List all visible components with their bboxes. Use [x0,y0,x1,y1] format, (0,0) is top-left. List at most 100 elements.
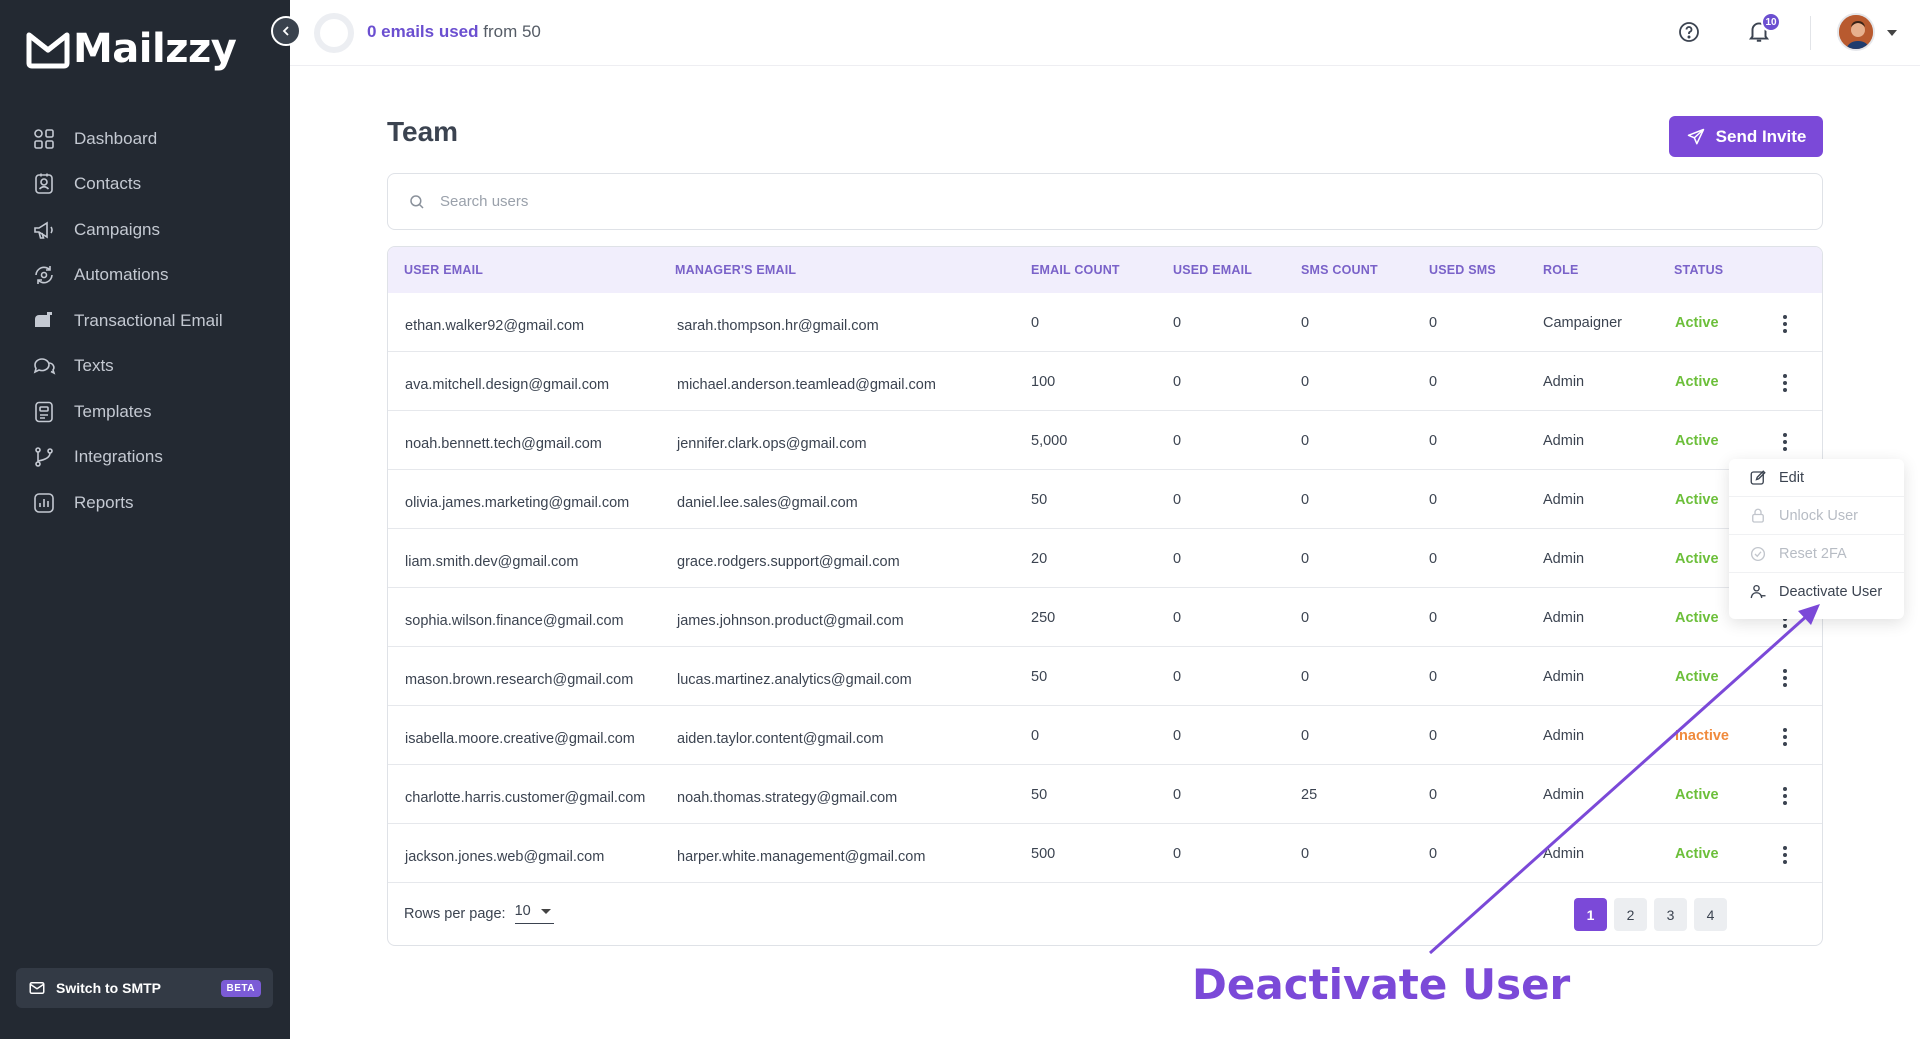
table-row: ethan.walker92@gmail.com sarah.thompson.… [388,293,1822,352]
search-bar [387,173,1823,230]
role: Admin [1543,492,1585,508]
role: Admin [1543,551,1585,567]
status-badge: Active [1675,374,1719,390]
email-usage-text: 0 emails used from 50 [367,22,541,42]
used-sms: 0 [1429,669,1438,685]
col-email-count[interactable]: EMAIL COUNT [1031,247,1120,293]
page-button-4[interactable]: 4 [1694,898,1727,931]
row-actions-button[interactable] [1775,844,1795,866]
help-button[interactable] [1677,20,1701,49]
logo-text: Mailzzy [73,26,237,72]
sidebar-item-campaigns[interactable]: Campaigns [0,207,290,253]
rows-per-page-value: 10 [514,903,531,919]
used-email: 0 [1173,374,1182,390]
page-button-1[interactable]: 1 [1574,898,1607,931]
collapse-sidebar-button[interactable] [271,16,301,46]
table-row: jackson.jones.web@gmail.com harper.white… [388,824,1822,883]
search-input[interactable] [440,193,1740,210]
col-status[interactable]: STATUS [1674,247,1723,293]
sidebar-item-label: Campaigns [74,219,160,239]
usage-progress-ring [314,13,354,53]
table-row: mason.brown.research@gmail.com lucas.mar… [388,647,1822,706]
logo[interactable]: Mailzzy [25,26,237,72]
col-manager-email[interactable]: MANAGER'S EMAIL [675,247,796,293]
sms-count: 0 [1301,374,1310,390]
sidebar-item-label: Templates [74,401,152,421]
usage-count: 0 emails used [367,22,479,41]
menu-item-reset-2fa[interactable]: Reset 2FA [1729,535,1904,573]
sidebar-item-transactional-email[interactable]: Transactional Email [0,298,290,344]
table-row: ava.mitchell.design@gmail.com michael.an… [388,352,1822,411]
used-sms: 0 [1429,433,1438,449]
table-row: charlotte.harris.customer@gmail.com noah… [388,765,1822,824]
col-sms-count[interactable]: SMS COUNT [1301,247,1378,293]
sidebar-item-automations[interactable]: Automations [0,253,290,299]
row-actions-button[interactable] [1775,372,1795,394]
row-actions-menu: Edit Unlock User Reset 2FA Deactivate Us… [1729,459,1904,619]
menu-item-deactivate-user[interactable]: Deactivate User [1729,573,1904,611]
email-count: 0 [1031,728,1040,744]
beta-badge: BETA [220,979,261,997]
page-title: Team [387,116,459,147]
sidebar-item-reports[interactable]: Reports [0,480,290,526]
used-sms: 0 [1429,551,1438,567]
rows-per-page-select[interactable]: 10 [514,903,554,924]
notification-badge: 10 [1761,12,1781,32]
sidebar-item-integrations[interactable]: Integrations [0,435,290,481]
email-count: 100 [1031,374,1056,390]
sidebar-item-templates[interactable]: Templates [0,389,290,435]
manager-email: harper.white.management@gmail.com [677,849,926,865]
page-button-3[interactable]: 3 [1654,898,1687,931]
manager-email: james.johnson.product@gmail.com [677,613,904,629]
email-count: 5,000 [1031,433,1068,449]
sidebar-item-label: Texts [74,356,114,376]
sms-count: 0 [1301,610,1310,626]
row-actions-button[interactable] [1775,667,1795,689]
sidebar-item-label: Reports [74,492,134,512]
col-used-sms[interactable]: USED SMS [1429,247,1496,293]
row-actions-button[interactable] [1775,726,1795,748]
manager-email: michael.anderson.teamlead@gmail.com [677,377,936,393]
sidebar-item-dashboard[interactable]: Dashboard [0,116,290,162]
menu-item-unlock-user[interactable]: Unlock User [1729,497,1904,535]
send-invite-button[interactable]: Send Invite [1669,116,1823,157]
col-user-email[interactable]: USER EMAIL [404,247,483,293]
col-role[interactable]: ROLE [1543,247,1579,293]
used-sms: 0 [1429,374,1438,390]
branch-icon [35,447,53,468]
used-email: 0 [1173,787,1182,803]
role: Admin [1543,787,1585,803]
email-count: 250 [1031,610,1056,626]
used-email: 0 [1173,315,1182,331]
menu-item-label: Edit [1779,469,1804,486]
search-icon [410,194,424,209]
avatar-caret-icon[interactable] [1887,30,1897,36]
row-actions-button[interactable] [1775,785,1795,807]
table-row: sophia.wilson.finance@gmail.com james.jo… [388,588,1822,647]
topbar-divider [1810,16,1811,50]
status-badge: Inactive [1675,728,1729,744]
used-sms: 0 [1429,846,1438,862]
rows-per-page-label: Rows per page: [404,905,506,922]
user-email: jackson.jones.web@gmail.com [405,849,605,865]
manager-email: lucas.martinez.analytics@gmail.com [677,672,912,688]
row-actions-button[interactable] [1775,313,1795,335]
status-badge: Active [1675,492,1719,508]
rows-per-page: Rows per page: 10 [404,903,554,924]
row-actions-button[interactable] [1775,431,1795,453]
menu-item-label: Reset 2FA [1779,545,1847,562]
switch-to-smtp-button[interactable]: Switch to SMTP BETA [16,968,273,1008]
user-email: sophia.wilson.finance@gmail.com [405,613,624,629]
sms-count: 0 [1301,492,1310,508]
team-table: USER EMAIL MANAGER'S EMAIL EMAIL COUNT U… [387,246,1823,946]
menu-item-edit[interactable]: Edit [1729,459,1904,497]
page-button-2[interactable]: 2 [1614,898,1647,931]
table-row: olivia.james.marketing@gmail.com daniel.… [388,470,1822,529]
sidebar-item-contacts[interactable]: Contacts [0,162,290,208]
send-icon [1687,128,1704,144]
avatar[interactable] [1837,13,1875,51]
shield-check-icon [1750,546,1766,561]
sidebar-item-texts[interactable]: Texts [0,344,290,390]
manager-email: aiden.taylor.content@gmail.com [677,731,884,747]
col-used-email[interactable]: USED EMAIL [1173,247,1252,293]
